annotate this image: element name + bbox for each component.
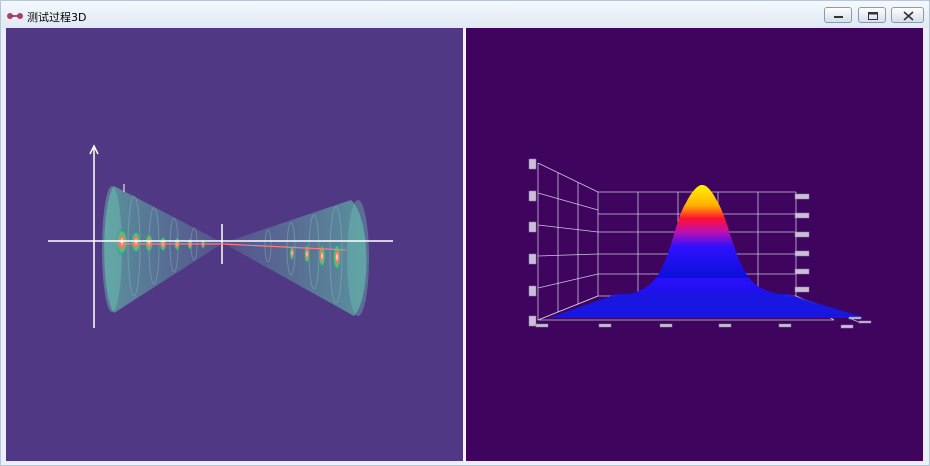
minimize-icon [834, 16, 843, 18]
beam-cone-plot [48, 144, 393, 328]
gaussian-surface-3d-view[interactable] [466, 28, 923, 461]
gaussian-peak [656, 185, 749, 278]
close-button[interactable] [891, 7, 924, 23]
restore-button[interactable] [858, 7, 886, 23]
minimize-button[interactable] [824, 7, 852, 23]
close-icon [903, 11, 914, 21]
back-left-wall-grid [537, 162, 599, 321]
connector-icon [7, 13, 23, 19]
restore-icon [868, 12, 878, 20]
title-bar[interactable]: 测试过程3D [1, 1, 929, 28]
window-title: 测试过程3D [27, 11, 87, 24]
right-cone-base [347, 200, 369, 316]
client-area [6, 28, 923, 461]
app-window: 测试过程3D [0, 0, 930, 466]
beam-propagation-3d-view[interactable] [6, 28, 463, 461]
gaussian-surface-plot [528, 158, 872, 329]
surface-base-plane [548, 294, 866, 318]
